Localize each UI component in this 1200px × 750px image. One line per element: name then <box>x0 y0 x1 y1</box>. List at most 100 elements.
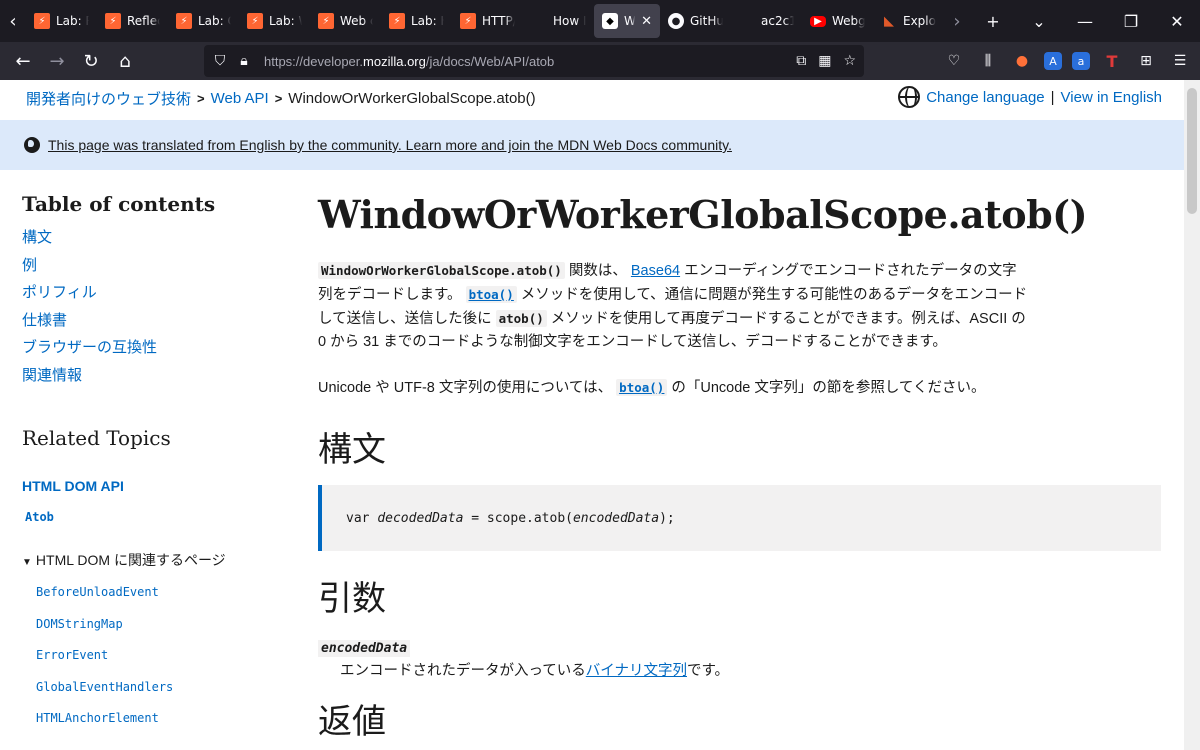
globe-icon <box>898 86 921 108</box>
code-end: ); <box>659 510 675 526</box>
intro-paragraph: WindowOrWorkerGlobalScope.atob() 関数は、 Ba… <box>318 259 1028 354</box>
article: WindowOrWorkerGlobalScope.atob() WindowO… <box>318 192 1163 750</box>
translate-icon[interactable]: ⧉ <box>796 53 806 69</box>
text: 関数は、 <box>564 263 631 279</box>
tab-label: GitHul <box>690 14 723 28</box>
close-window-icon[interactable]: ✕ <box>1154 12 1200 31</box>
triangle-down-icon: ▼ <box>22 557 32 568</box>
library-icon[interactable]: ⫼ <box>976 49 1000 73</box>
base64-link[interactable]: Base64 <box>631 263 680 279</box>
tab-4[interactable]: ⚡ Web c <box>310 4 381 38</box>
youtube-favicon-icon: ▶ <box>810 15 826 27</box>
translate-extension-icon[interactable]: A <box>1044 52 1062 70</box>
code-keyword: var <box>346 510 378 526</box>
return-heading: 返値 <box>318 702 386 742</box>
breadcrumb-current: WindowOrWorkerGlobalScope.atob() <box>288 90 536 107</box>
shield-icon[interactable]: ⛉ <box>212 53 228 69</box>
home-icon[interactable]: ⌂ <box>108 46 142 76</box>
tab-7[interactable]: How I <box>523 4 594 38</box>
burp-favicon-icon: ⚡ <box>247 13 263 29</box>
chevron-right-icon: > <box>197 91 205 106</box>
tab-5[interactable]: ⚡ Lab: H <box>381 4 452 38</box>
translation-notice-link[interactable]: This page was translated from English by… <box>48 137 732 153</box>
toc-item[interactable]: ポリフィル <box>22 283 272 311</box>
tab-11[interactable]: ▶ Webg <box>802 4 873 38</box>
tab-6[interactable]: ⚡ HTTP/ <box>452 4 523 38</box>
burp-favicon-icon: ⚡ <box>105 13 121 29</box>
cat-favicon-icon: ◆ <box>602 13 618 29</box>
syntax-code-block: var decodedData = scope.atob(encodedData… <box>318 485 1161 551</box>
tab-9[interactable]: ● GitHul <box>660 4 731 38</box>
related-item[interactable]: BeforeUnloadEvent <box>36 584 272 616</box>
blank-favicon-icon <box>739 13 755 29</box>
extension-fox-icon[interactable]: ● <box>1010 49 1034 73</box>
toc-item[interactable]: 構文 <box>22 228 272 256</box>
tab-2[interactable]: ⚡ Lab: C <box>168 4 239 38</box>
lock-icon[interactable]: 🔒︎ <box>236 53 252 69</box>
binary-string-link[interactable]: バイナリ文字列 <box>586 663 687 679</box>
burp-favicon-icon: ⚡ <box>460 13 476 29</box>
tab-scroll-left-icon[interactable]: ‹ <box>0 0 26 42</box>
reader-view-icon[interactable]: ▦ <box>818 53 831 69</box>
btoa-link[interactable]: btoa() <box>616 379 668 396</box>
burp-favicon-icon: ⚡ <box>34 13 50 29</box>
related-html-dom-api-link[interactable]: HTML DOM API <box>22 478 272 494</box>
restore-icon[interactable]: ❐ <box>1108 12 1154 31</box>
related-item[interactable]: HTMLAnchorElement <box>36 710 272 742</box>
related-item[interactable]: DOMStringMap <box>36 616 272 648</box>
toc-item[interactable]: 例 <box>22 256 272 284</box>
btoa-link[interactable]: btoa() <box>465 286 517 303</box>
scrollbar-thumb[interactable] <box>1187 88 1197 214</box>
menu-icon[interactable]: ☰ <box>1168 49 1192 73</box>
page-content: 開発者向けのウェブ技術 > Web API > WindowOrWorkerGl… <box>0 80 1184 750</box>
tab-scroll-right-icon[interactable]: › <box>944 0 970 42</box>
blank-favicon-icon <box>531 13 547 29</box>
tab-12[interactable]: ◣ Explo <box>873 4 944 38</box>
breadcrumb-section[interactable]: Web API <box>211 90 269 107</box>
change-language-link[interactable]: Change language <box>926 89 1044 106</box>
github-favicon-icon: ● <box>668 13 684 29</box>
param-description: エンコードされたデータが入っているバイナリ文字列です。 <box>340 659 1163 680</box>
related-group-toggle[interactable]: ▼ HTML DOM に関連するページ <box>22 550 272 570</box>
extension-t-icon[interactable]: T <box>1100 49 1124 73</box>
tab-8[interactable]: ◆ Win ✕ <box>594 4 660 38</box>
related-item[interactable]: GlobalEventHandlers <box>36 679 272 711</box>
forward-icon[interactable]: → <box>40 46 74 76</box>
view-in-english-link[interactable]: View in English <box>1061 89 1162 106</box>
code-line: var decodedData = scope.atob(encodedData… <box>346 511 675 526</box>
new-tab-icon[interactable]: + <box>970 12 1016 31</box>
tab-10[interactable]: ac2c1fe21 <box>731 4 802 38</box>
list-all-tabs-icon[interactable]: ⌄ <box>1016 12 1062 31</box>
tab-1[interactable]: ⚡ Reflec <box>97 4 168 38</box>
toc-list: 構文例ポリフィル 仕様書 ブラウザーの互換性 関連情報 <box>22 228 272 393</box>
related-group-label: HTML DOM に関連するページ <box>35 552 226 568</box>
text: の「Uncode 文字列」の節を参照してください。 <box>667 380 986 396</box>
pocket-icon[interactable]: ♡ <box>942 49 966 73</box>
address-bar[interactable]: ⛉ 🔒︎ https://developer.mozilla.org/ja/do… <box>204 45 864 77</box>
code-call: = scope.atob( <box>463 510 573 526</box>
tab-0[interactable]: ⚡ Lab: R <box>26 4 97 38</box>
breadcrumb-root[interactable]: 開発者向けのウェブ技術 <box>26 88 191 109</box>
close-tab-icon[interactable]: ✕ <box>641 14 652 29</box>
related-item[interactable]: ErrorEvent <box>36 647 272 679</box>
translate-extension-2-icon[interactable]: a <box>1072 52 1090 70</box>
minimize-icon[interactable]: — <box>1062 12 1108 31</box>
page-scrollbar[interactable] <box>1184 80 1200 750</box>
reload-icon[interactable]: ↻ <box>74 46 108 76</box>
back-icon[interactable]: ← <box>6 46 40 76</box>
related-current-item[interactable]: Atob <box>25 510 272 524</box>
navigation-bar: ← → ↻ ⌂ ⛉ 🔒︎ https://developer.mozilla.o… <box>0 42 1200 80</box>
extensions-icon[interactable]: ⊞ <box>1134 49 1158 73</box>
tab-label: Lab: H <box>411 14 444 28</box>
code-variable: decodedData <box>377 510 464 526</box>
url-text[interactable]: https://developer.mozilla.org/ja/docs/We… <box>264 54 554 69</box>
unicode-paragraph: Unicode や UTF-8 文字列の使用については、 btoa() の「Un… <box>318 376 1028 400</box>
toc-item[interactable]: ブラウザーの互換性 <box>22 338 272 366</box>
toc-item[interactable]: 関連情報 <box>22 366 272 394</box>
tab-3[interactable]: ⚡ Lab: W <box>239 4 310 38</box>
toc-item[interactable]: 仕様書 <box>22 311 272 339</box>
page-title: WindowOrWorkerGlobalScope.atob() <box>318 192 1088 237</box>
burp-favicon-icon: ⚡ <box>176 13 192 29</box>
bookmark-star-icon[interactable]: ☆ <box>843 53 856 69</box>
code-argument: encodedData <box>572 510 660 526</box>
